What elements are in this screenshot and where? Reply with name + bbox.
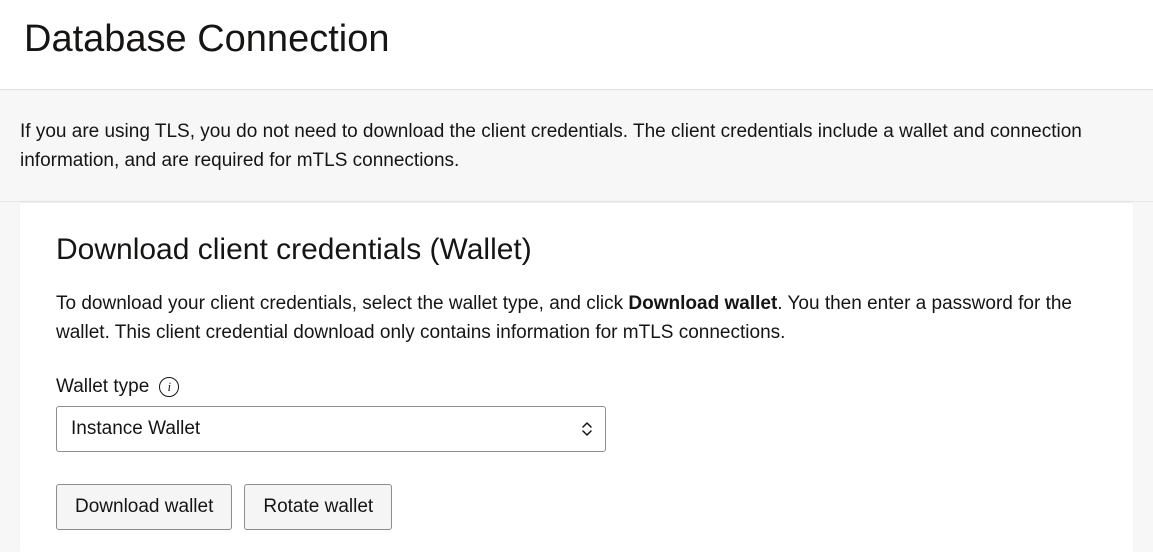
info-icon[interactable]: i: [159, 377, 179, 397]
wallet-type-select-wrap: Instance Wallet: [56, 406, 606, 452]
credentials-card: Download client credentials (Wallet) To …: [20, 202, 1133, 552]
card-description: To download your client credentials, sel…: [56, 289, 1097, 348]
card-desc-bold: Download wallet: [628, 293, 777, 314]
wallet-type-label: Wallet type: [56, 376, 149, 398]
page-title: Database Connection: [0, 0, 1153, 90]
card-title: Download client credentials (Wallet): [56, 233, 1097, 267]
wallet-type-selected-value: Instance Wallet: [71, 418, 200, 440]
card-desc-pre: To download your client credentials, sel…: [56, 293, 628, 314]
info-background: If you are using TLS, you do not need to…: [0, 90, 1153, 552]
download-wallet-button[interactable]: Download wallet: [56, 484, 232, 530]
wallet-type-select[interactable]: Instance Wallet: [56, 406, 606, 452]
info-text: If you are using TLS, you do not need to…: [0, 90, 1153, 202]
rotate-wallet-button[interactable]: Rotate wallet: [244, 484, 392, 530]
wallet-type-label-row: Wallet type i: [56, 376, 1097, 398]
button-row: Download wallet Rotate wallet: [56, 484, 1097, 530]
